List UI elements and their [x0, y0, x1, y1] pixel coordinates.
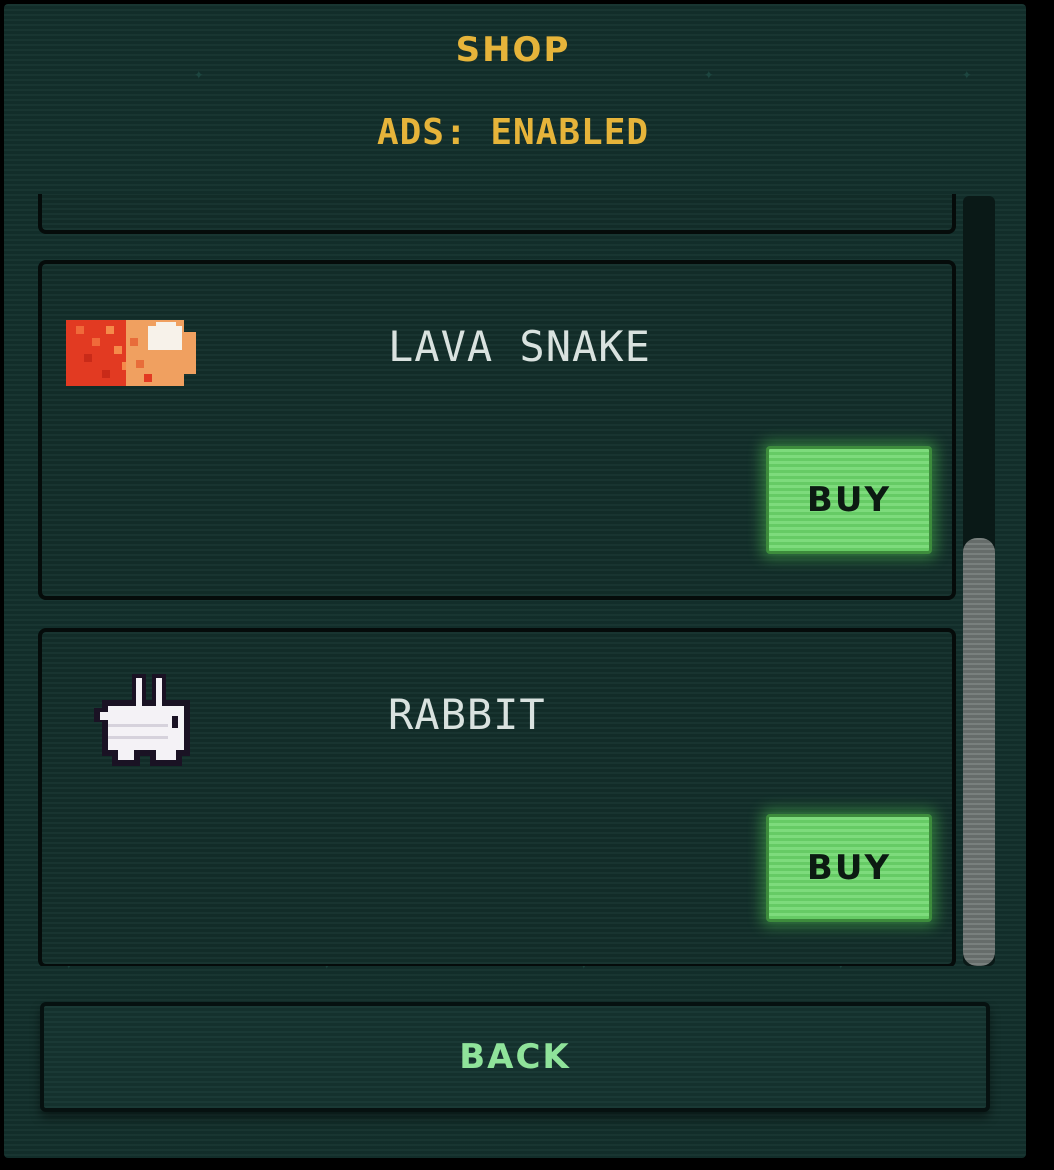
shop-item-card: LAVA SNAKE BUY [38, 260, 956, 600]
scrollbar-thumb[interactable] [963, 538, 995, 966]
buy-button[interactable]: BUY [766, 814, 932, 922]
shop-item-card-partial [38, 194, 956, 234]
lava-snake-icon [66, 320, 196, 386]
back-button[interactable]: BACK [40, 1002, 990, 1112]
rabbit-icon [90, 674, 194, 772]
item-name: LAVA SNAKE [388, 322, 651, 371]
ads-status: ADS: ENABLED [376, 112, 650, 153]
buy-button[interactable]: BUY [766, 446, 932, 554]
shop-item-card: RABBIT BUY [38, 628, 956, 966]
shop-title: SHOP [455, 30, 571, 70]
item-name: RABBIT [388, 690, 546, 739]
shop-item-list[interactable]: LAVA SNAKE BUY RABBIT BUY [30, 194, 965, 966]
